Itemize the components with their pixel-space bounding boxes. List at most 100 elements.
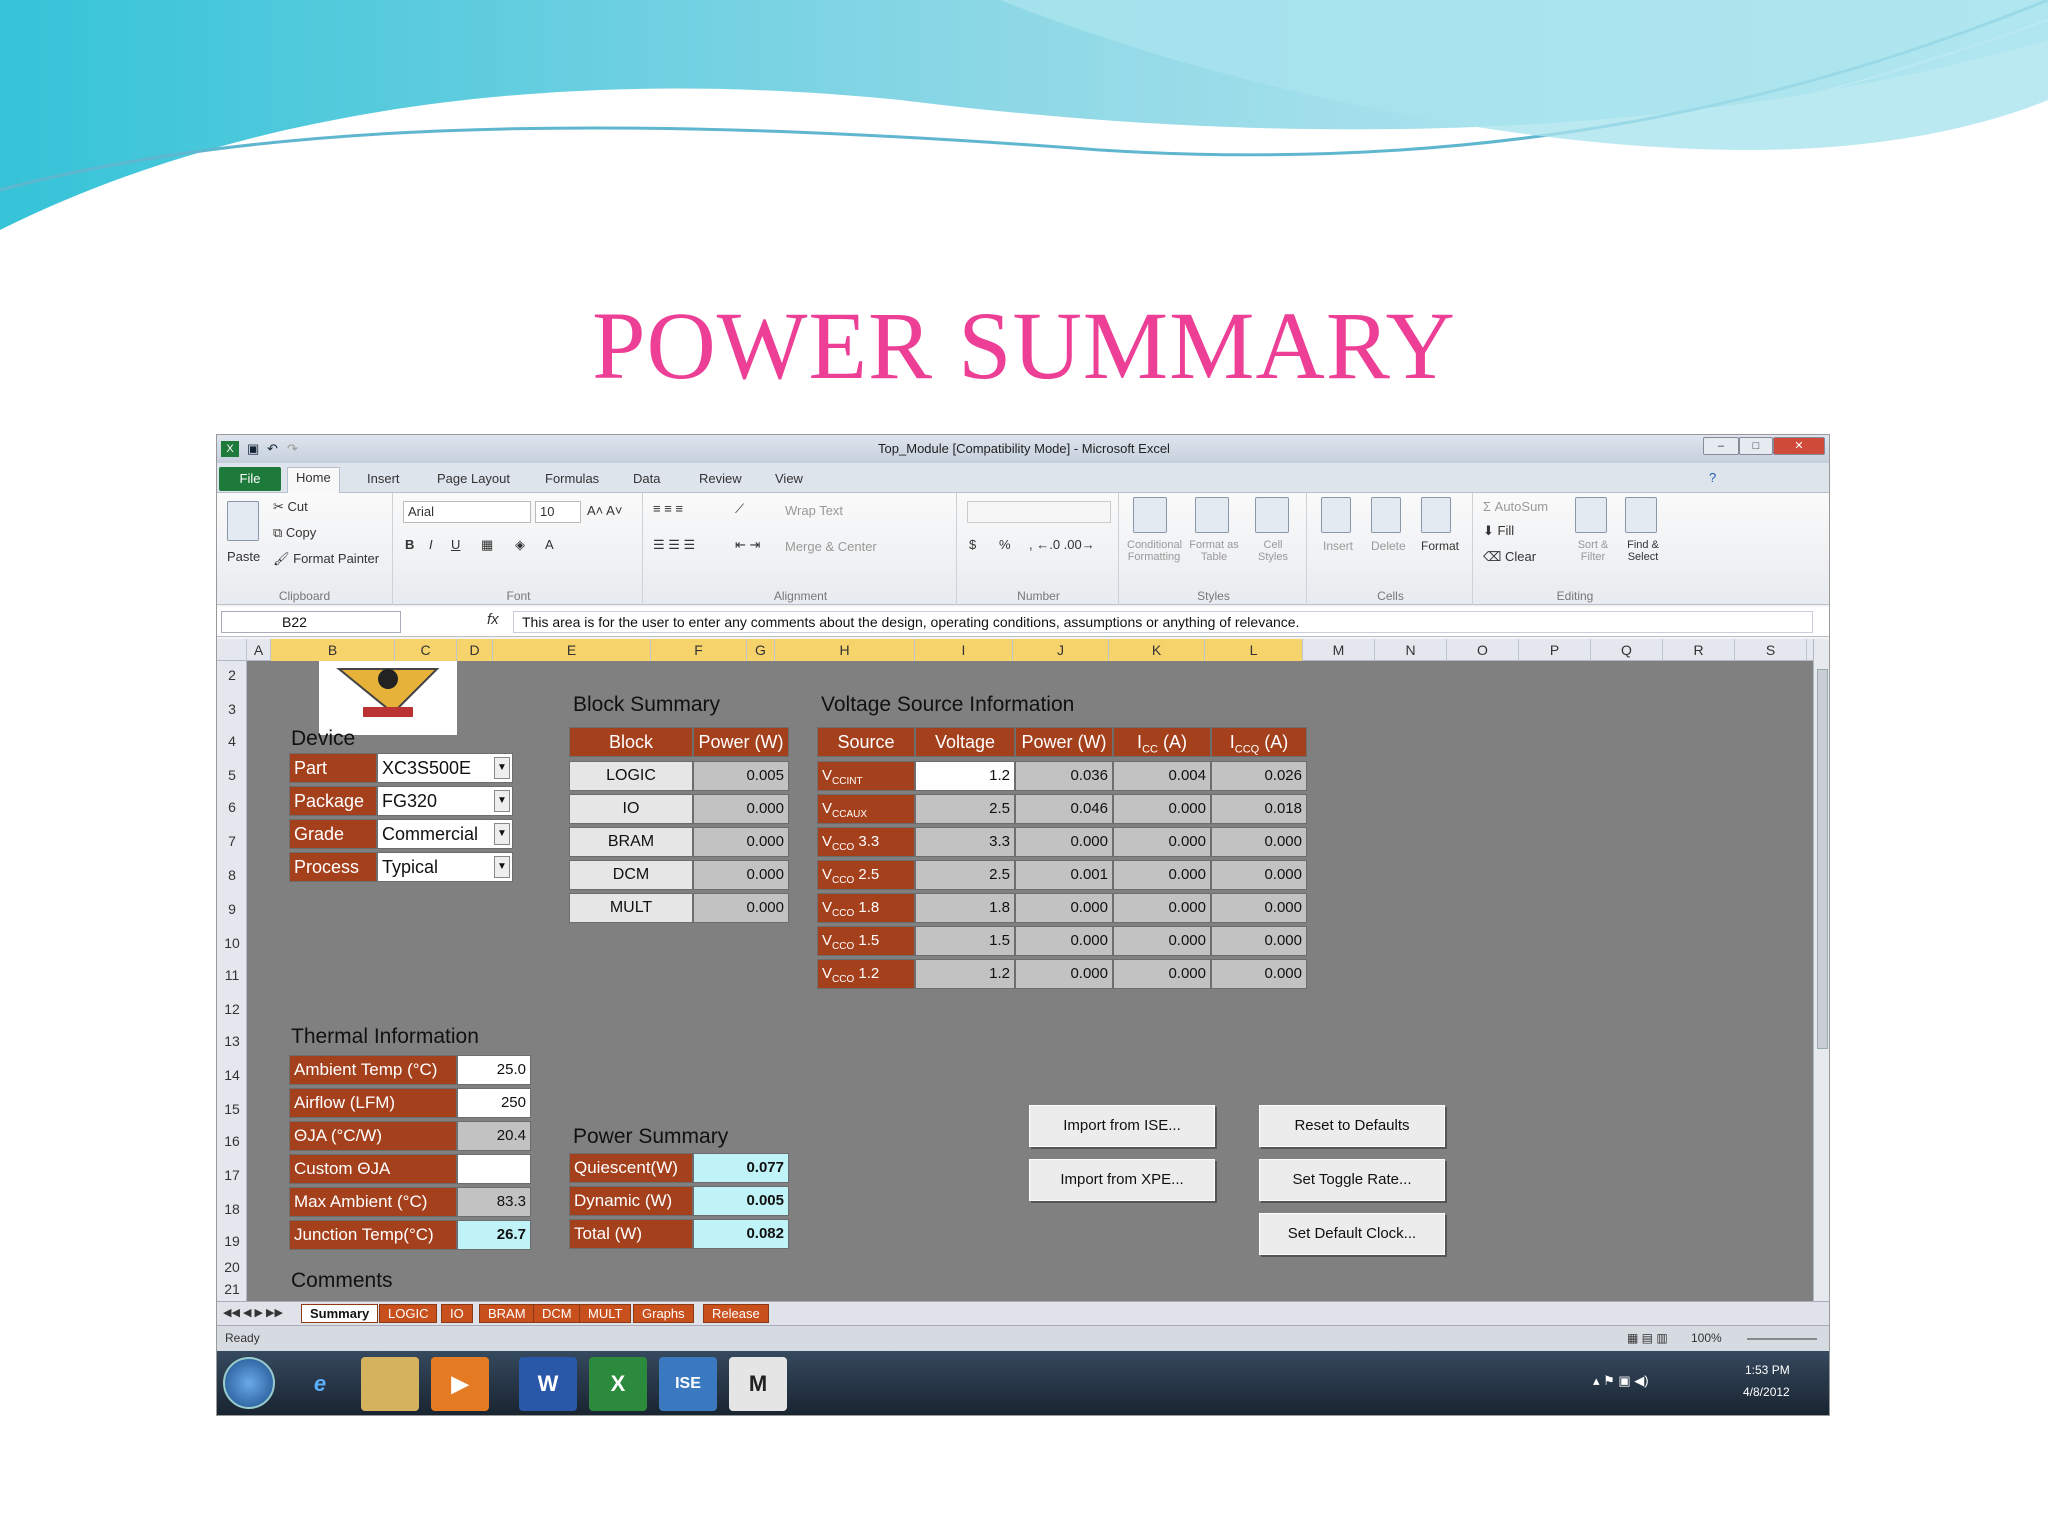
column-header-a[interactable]: A <box>247 639 271 661</box>
column-header-k[interactable]: K <box>1109 639 1205 661</box>
worksheet-grid[interactable]: Device Part XC3S500E ▼ Package FG320 ▼ Grade Co… <box>247 661 1813 1301</box>
column-header-c[interactable]: C <box>395 639 457 661</box>
percent-button[interactable]: % <box>999 537 1011 552</box>
device-select[interactable]: Typical ▼ <box>377 852 513 882</box>
fill-color-icon[interactable]: ◈ <box>515 537 525 553</box>
corner-select[interactable] <box>217 639 247 661</box>
indent-icon[interactable]: ⇤ ⇥ <box>735 537 760 553</box>
column-header-n[interactable]: N <box>1375 639 1447 661</box>
delete-cells-icon[interactable] <box>1371 497 1401 533</box>
row-header-21[interactable]: 21 <box>217 1281 247 1297</box>
start-button[interactable] <box>223 1357 275 1409</box>
align-top-icon[interactable]: ≡ ≡ ≡ <box>653 501 683 516</box>
sheet-tab-graphs[interactable]: Graphs <box>633 1304 694 1323</box>
font-size-select[interactable]: 10 <box>535 501 581 523</box>
format-painter-button[interactable]: 🖌 Format Painter <box>273 551 379 567</box>
column-header-f[interactable]: F <box>651 639 747 661</box>
view-icons[interactable]: ▦ ▤ ▥ <box>1627 1331 1668 1345</box>
folder-icon[interactable] <box>361 1357 419 1411</box>
sheet-tab-io[interactable]: IO <box>441 1304 473 1323</box>
name-box[interactable]: B22 <box>221 611 401 633</box>
chevron-down-icon[interactable]: ▼ <box>494 790 510 812</box>
row-header-10[interactable]: 10 <box>217 935 247 951</box>
maximize-button[interactable]: □ <box>1739 437 1773 455</box>
row-header-5[interactable]: 5 <box>217 767 247 783</box>
row-header-20[interactable]: 20 <box>217 1259 247 1275</box>
sheet-tab-summary[interactable]: Summary <box>301 1304 379 1323</box>
row-header-6[interactable]: 6 <box>217 799 247 815</box>
scroll-thumb[interactable] <box>1817 669 1828 1049</box>
comma-icon[interactable]: , ←.0 .00→ <box>1029 537 1095 552</box>
row-header-13[interactable]: 13 <box>217 1033 247 1049</box>
sheet-tab-mult[interactable]: MULT <box>579 1304 632 1323</box>
row-header-19[interactable]: 19 <box>217 1233 247 1249</box>
tray-icons[interactable]: ▴ ⚑ ▣ ◀) <box>1593 1373 1649 1389</box>
tab-insert[interactable]: Insert <box>359 469 408 488</box>
bold-icon[interactable]: B <box>405 537 414 552</box>
row-header-16[interactable]: 16 <box>217 1133 247 1149</box>
fill-button[interactable]: ⬇ Fill <box>1483 523 1514 539</box>
italic-icon[interactable]: I <box>429 537 433 552</box>
thermal-value[interactable]: 25.0 <box>457 1055 531 1085</box>
find-select-icon[interactable] <box>1625 497 1657 533</box>
thermal-value[interactable] <box>457 1154 531 1184</box>
column-header-i[interactable]: I <box>915 639 1013 661</box>
thermal-value[interactable]: 250 <box>457 1088 531 1118</box>
zoom-slider[interactable] <box>1747 1338 1817 1340</box>
row-header-18[interactable]: 18 <box>217 1201 247 1217</box>
column-header-g[interactable]: G <box>747 639 775 661</box>
column-header-p[interactable]: P <box>1519 639 1591 661</box>
sheet-tab-logic[interactable]: LOGIC <box>379 1304 438 1323</box>
fx-icon[interactable]: fx <box>487 611 499 628</box>
grow-font-icon[interactable]: A˄ A˅ <box>587 503 622 518</box>
align-left-icon[interactable]: ☰ ☰ ☰ <box>653 537 695 553</box>
insert-cells-icon[interactable] <box>1321 497 1351 533</box>
wrap-text-button[interactable]: Wrap Text <box>785 503 843 518</box>
row-header-4[interactable]: 4 <box>217 733 247 749</box>
ie-icon[interactable]: e <box>291 1357 349 1411</box>
voltage-value[interactable]: 1.2 <box>915 761 1015 791</box>
clock-time[interactable]: 1:53 PM <box>1745 1363 1790 1377</box>
tab-review[interactable]: Review <box>691 469 750 488</box>
copy-button[interactable]: ⧉ Copy <box>273 525 316 541</box>
currency-button[interactable]: $ <box>969 537 976 552</box>
column-header-b[interactable]: B <box>271 639 395 661</box>
column-header-h[interactable]: H <box>775 639 915 661</box>
paste-icon[interactable] <box>227 501 259 541</box>
chevron-down-icon[interactable]: ▼ <box>494 757 510 779</box>
row-header-2[interactable]: 2 <box>217 667 247 683</box>
column-header-l[interactable]: L <box>1205 639 1303 661</box>
cell-styles-icon[interactable] <box>1255 497 1289 533</box>
row-header-11[interactable]: 11 <box>217 967 247 983</box>
device-select[interactable]: XC3S500E ▼ <box>377 753 513 783</box>
sheet-tab-dcm[interactable]: DCM <box>533 1304 581 1323</box>
set-toggle-rate-button[interactable]: Set Toggle Rate... <box>1259 1159 1445 1201</box>
clear-button[interactable]: ⌫ Clear <box>1483 549 1536 565</box>
cut-button[interactable]: ✂ Cut <box>273 499 308 515</box>
row-header-17[interactable]: 17 <box>217 1167 247 1183</box>
tab-file[interactable]: File <box>219 467 281 491</box>
import-xpe-button[interactable]: Import from XPE... <box>1029 1159 1215 1201</box>
row-header-3[interactable]: 3 <box>217 701 247 717</box>
modelsim-icon[interactable]: M <box>729 1357 787 1411</box>
column-header-m[interactable]: M <box>1303 639 1375 661</box>
cell-styles-button[interactable]: Cell Styles <box>1249 539 1297 563</box>
orientation-icon[interactable]: ⟋ <box>735 501 744 517</box>
row-header-14[interactable]: 14 <box>217 1067 247 1083</box>
row-header-8[interactable]: 8 <box>217 867 247 883</box>
row-header-7[interactable]: 7 <box>217 833 247 849</box>
column-header-r[interactable]: R <box>1663 639 1735 661</box>
device-select[interactable]: Commercial ▼ <box>377 819 513 849</box>
sort-filter-icon[interactable] <box>1575 497 1607 533</box>
row-header-12[interactable]: 12 <box>217 1001 247 1017</box>
thermal-value[interactable]: 26.7 <box>457 1220 531 1250</box>
reset-defaults-button[interactable]: Reset to Defaults <box>1259 1105 1445 1147</box>
column-header-e[interactable]: E <box>493 639 651 661</box>
vertical-scrollbar[interactable] <box>1813 639 1829 1301</box>
conditional-formatting-button[interactable]: Conditional Formatting <box>1127 539 1182 563</box>
sort-filter-button[interactable]: Sort & Filter <box>1571 539 1615 563</box>
word-icon[interactable]: W <box>519 1357 577 1411</box>
delete-button[interactable]: Delete <box>1371 539 1406 553</box>
tab-view[interactable]: View <box>767 469 811 488</box>
format-cells-icon[interactable] <box>1421 497 1451 533</box>
